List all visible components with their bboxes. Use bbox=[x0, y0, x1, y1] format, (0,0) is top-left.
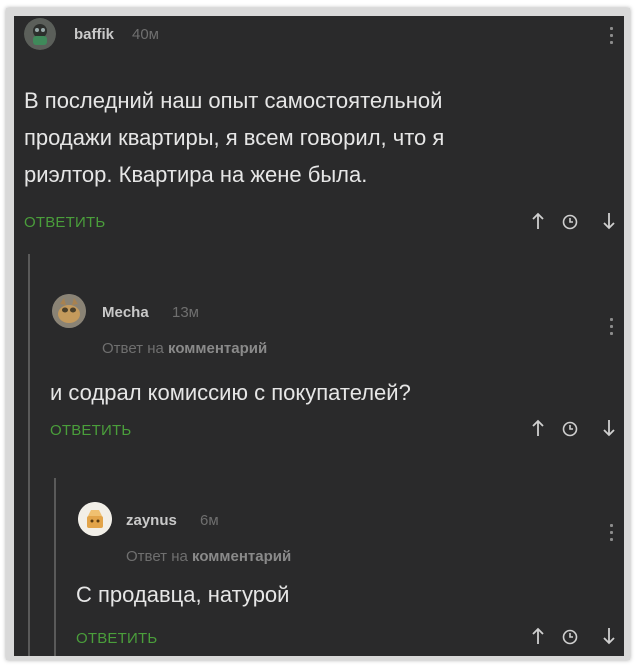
comment-text: В последний наш опыт самостоятельной про… bbox=[24, 82, 614, 193]
reply-button[interactable]: ОТВЕТИТЬ bbox=[50, 422, 131, 439]
comment-text: и содрал комиссию с покупателей? bbox=[50, 374, 610, 411]
avatar[interactable] bbox=[52, 294, 86, 328]
comment-text-line: и содрал комиссию с покупателей? bbox=[50, 380, 411, 405]
arrow-up-icon[interactable] bbox=[531, 627, 545, 645]
comment-mecha: Mecha 13м Ответ на комментарий и содрал … bbox=[14, 246, 624, 466]
timestamp: 6м bbox=[200, 512, 219, 529]
comment-thread: baffik 40м В последний наш опыт самостоя… bbox=[14, 16, 624, 656]
reply-target-link[interactable]: комментарий bbox=[192, 548, 291, 565]
comment-text-line: продажи квартиры, я всем говорил, что я bbox=[24, 125, 445, 150]
comment-text-line: С продавца, натурой bbox=[76, 582, 290, 607]
username[interactable]: zaynus bbox=[126, 512, 177, 529]
timestamp: 13м bbox=[172, 304, 199, 321]
clock-icon[interactable] bbox=[562, 214, 578, 230]
arrow-down-icon[interactable] bbox=[602, 212, 616, 230]
username[interactable]: baffik bbox=[74, 26, 114, 43]
comment-baffik: baffik 40м В последний наш опыт самостоя… bbox=[14, 16, 624, 246]
username[interactable]: Mecha bbox=[102, 304, 149, 321]
arrow-down-icon[interactable] bbox=[602, 627, 616, 645]
kebab-menu-icon[interactable] bbox=[610, 27, 614, 48]
comment-text: С продавца, натурой bbox=[76, 576, 606, 613]
arrow-up-icon[interactable] bbox=[531, 212, 545, 230]
avatar-image bbox=[52, 294, 86, 328]
arrow-down-icon[interactable] bbox=[602, 419, 616, 437]
kebab-menu-icon[interactable] bbox=[610, 318, 614, 339]
reply-to-note: Ответ на комментарий bbox=[126, 548, 291, 565]
comment-zaynus: zaynus 6м Ответ на комментарий С продавц… bbox=[14, 466, 624, 656]
avatar-image bbox=[78, 502, 112, 536]
reply-to-note: Ответ на комментарий bbox=[102, 340, 267, 357]
kebab-menu-icon[interactable] bbox=[610, 524, 614, 545]
avatar[interactable] bbox=[24, 18, 56, 50]
reply-button[interactable]: ОТВЕТИТЬ bbox=[76, 630, 157, 647]
comment-text-line: В последний наш опыт самостоятельной bbox=[24, 88, 443, 113]
comment-text-line: риэлтор. Квартира на жене была. bbox=[24, 162, 368, 187]
reply-prefix: Ответ на bbox=[102, 340, 164, 357]
avatar[interactable] bbox=[78, 502, 112, 536]
timestamp: 40м bbox=[132, 26, 159, 43]
clock-icon[interactable] bbox=[562, 629, 578, 645]
reply-button[interactable]: ОТВЕТИТЬ bbox=[24, 214, 105, 231]
reply-target-link[interactable]: комментарий bbox=[168, 340, 267, 357]
avatar-image bbox=[24, 18, 56, 50]
arrow-up-icon[interactable] bbox=[531, 419, 545, 437]
clock-icon[interactable] bbox=[562, 421, 578, 437]
reply-prefix: Ответ на bbox=[126, 548, 188, 565]
